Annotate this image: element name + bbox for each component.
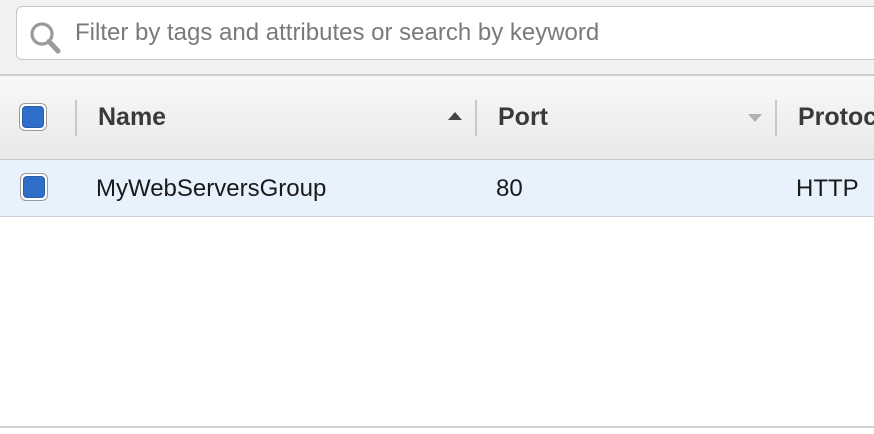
column-header-port-label: Port [498, 103, 548, 131]
column-header-name[interactable]: Name [77, 76, 475, 160]
filter-bar [0, 0, 874, 75]
column-header-protocol-label: Protocol [798, 103, 874, 131]
column-header-name-label: Name [98, 103, 167, 131]
table-bottom-border [0, 426, 874, 428]
checkbox-checked-fill [22, 106, 44, 128]
search-input[interactable] [75, 15, 855, 51]
column-header-port[interactable]: Port [477, 76, 775, 160]
table-row[interactable]: MyWebServersGroup 80 HTTP [0, 160, 874, 217]
sort-ascending-icon[interactable] [447, 110, 463, 122]
select-all-checkbox[interactable] [19, 103, 47, 131]
column-header-protocol[interactable]: Protocol [777, 76, 874, 160]
table-header: Name Port Protocol [0, 76, 874, 160]
cell-port: 80 [496, 175, 523, 202]
search-icon [30, 22, 61, 54]
cell-protocol: HTTP [796, 175, 859, 202]
dropdown-caret-icon[interactable] [747, 112, 763, 124]
cell-name[interactable]: MyWebServersGroup [96, 175, 326, 203]
target-groups-table-panel: Name Port Protocol MyWebServersGroup 80 … [0, 0, 874, 434]
search-box[interactable] [16, 6, 874, 60]
checkbox-checked-fill [23, 176, 45, 198]
row-checkbox[interactable] [20, 173, 48, 201]
